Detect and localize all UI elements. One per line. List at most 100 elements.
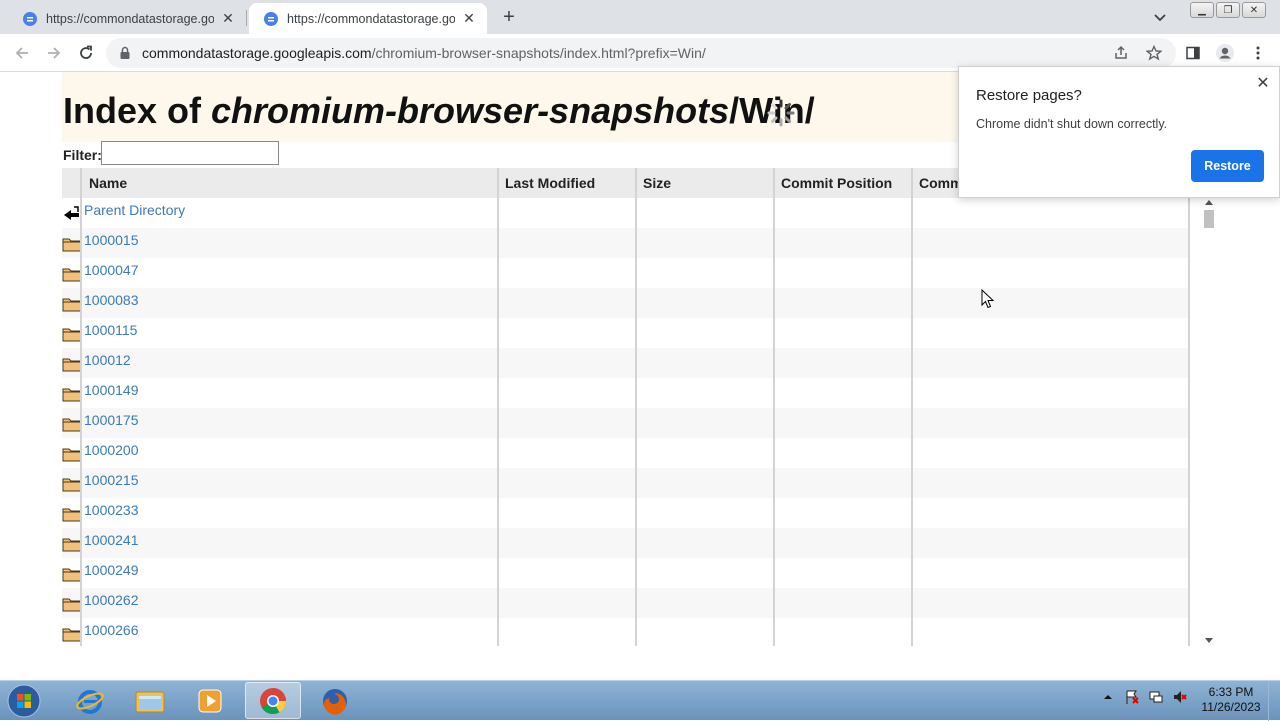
restore-pages-dialog: Restore pages? Chrome didn't shut down c… — [958, 66, 1280, 198]
share-icon[interactable] — [1110, 42, 1132, 64]
reload-icon — [80, 45, 92, 59]
scroll-up-arrow-icon[interactable] — [1205, 200, 1213, 205]
folder-icon — [62, 536, 82, 552]
table-row: 1000015 — [62, 228, 1190, 258]
folder-icon — [62, 446, 82, 462]
taskbar: 6:33 PM 11/26/2023 — [0, 680, 1280, 721]
folder-link[interactable]: 1000047 — [84, 262, 139, 278]
column-divider — [80, 168, 82, 646]
folder-link[interactable]: 1000215 — [84, 472, 139, 488]
back-button[interactable] — [10, 41, 34, 65]
folder-link[interactable]: 1000233 — [84, 502, 139, 518]
table-scrollbar[interactable] — [1201, 198, 1216, 646]
mouse-cursor-icon — [981, 289, 995, 309]
chevron-down-icon[interactable] — [1152, 9, 1168, 25]
restore-window-button[interactable]: ❐ — [1216, 2, 1240, 18]
start-button-icon[interactable] — [4, 682, 44, 720]
firefox-icon[interactable] — [307, 682, 363, 719]
lock-icon[interactable] — [118, 46, 132, 60]
folder-icon — [62, 326, 82, 342]
folder-link[interactable]: 1000241 — [84, 532, 139, 548]
folder-link[interactable]: 1000200 — [84, 442, 139, 458]
folder-icon — [62, 566, 82, 582]
table-row: 1000241 — [62, 528, 1190, 558]
folder-link[interactable]: 1000249 — [84, 562, 139, 578]
table-row: 1000047 — [62, 258, 1190, 288]
table-row: 1000233 — [62, 498, 1190, 528]
tab-2[interactable]: https://commondatastorage.goo ✕ — [249, 3, 487, 34]
url-host: commondatastorage.googleapis.com — [142, 45, 372, 61]
menu-kebab-icon[interactable] — [1247, 42, 1269, 64]
dialog-title: Restore pages? — [976, 87, 1082, 104]
page-title: Index of chromium-browser-snapshots/Win/ — [63, 90, 815, 132]
column-header-size[interactable]: Size — [636, 168, 774, 198]
side-panel-icon[interactable] — [1182, 42, 1204, 64]
bookmark-star-icon[interactable] — [1143, 42, 1165, 64]
table-row: 1000262 — [62, 588, 1190, 618]
column-header-commit-position[interactable]: Commit Position — [774, 168, 912, 198]
folder-link[interactable]: 1000015 — [84, 232, 139, 248]
table-row: 1000115 — [62, 318, 1190, 348]
profile-avatar-icon[interactable] — [1214, 42, 1236, 64]
column-header-name[interactable]: Name — [82, 168, 498, 198]
scroll-thumb[interactable] — [1204, 210, 1214, 228]
loading-spinner-icon — [767, 99, 795, 127]
forward-button[interactable] — [42, 41, 66, 65]
file-explorer-icon[interactable] — [122, 682, 178, 719]
table-body: Parent Directory 1000015 1000047 1000083 100… — [62, 198, 1190, 646]
network-icon[interactable] — [1148, 689, 1164, 705]
reload-button[interactable] — [74, 41, 98, 65]
filter-input[interactable] — [101, 141, 279, 165]
address-bar[interactable]: commondatastorage.googleapis.com/chromiu… — [106, 38, 1176, 68]
table-row: 1000175 — [62, 408, 1190, 438]
folder-link[interactable]: 1000262 — [84, 592, 139, 608]
folder-link[interactable]: 1000115 — [84, 322, 137, 338]
column-header-last-modified[interactable]: Last Modified — [498, 168, 636, 198]
folder-link[interactable]: 1000149 — [84, 382, 139, 398]
folder-icon — [62, 626, 82, 642]
folder-link[interactable]: 1000266 — [84, 622, 139, 638]
clock[interactable]: 6:33 PM 11/26/2023 — [1196, 685, 1266, 715]
parent-directory-link[interactable]: Parent Directory — [84, 202, 185, 218]
table-row: 1000149 — [62, 378, 1190, 408]
back-arrow-icon — [62, 206, 82, 222]
clock-time: 6:33 PM — [1208, 685, 1254, 699]
table-row: 1000215 — [62, 468, 1190, 498]
volume-muted-icon[interactable] — [1172, 689, 1188, 705]
filter-label: Filter: — [63, 147, 102, 163]
tab-strip: https://commondatastorage.goo ✕ https://… — [0, 0, 1280, 34]
table-row: 100012 — [62, 348, 1190, 378]
folder-link[interactable]: 1000175 — [84, 412, 139, 428]
table-row: 1000266 — [62, 618, 1190, 646]
column-divider — [497, 168, 499, 646]
folder-icon — [62, 506, 82, 522]
folder-link[interactable]: 1000083 — [84, 292, 139, 308]
new-tab-button[interactable]: + — [498, 6, 520, 28]
tab-1[interactable]: https://commondatastorage.goo ✕ — [8, 3, 246, 34]
folder-link[interactable]: 100012 — [84, 352, 131, 368]
action-center-icon[interactable] — [1124, 689, 1140, 705]
column-divider — [635, 168, 637, 646]
internet-explorer-icon[interactable] — [62, 682, 118, 719]
system-tray — [1100, 689, 1188, 705]
folder-icon — [62, 266, 82, 282]
close-tab-icon[interactable]: ✕ — [220, 10, 236, 27]
show-hidden-icons-icon[interactable] — [1100, 689, 1116, 705]
scroll-down-arrow-icon[interactable] — [1205, 638, 1213, 643]
table-row: 1000083 — [62, 288, 1190, 318]
tab-title: https://commondatastorage.goo — [46, 11, 214, 26]
close-icon[interactable]: ✕ — [1255, 75, 1271, 92]
close-tab-icon[interactable]: ✕ — [461, 10, 477, 27]
column-divider — [1188, 168, 1190, 646]
table-row: 1000200 — [62, 438, 1190, 468]
media-player-icon[interactable] — [182, 682, 238, 719]
folder-icon — [62, 296, 82, 312]
restore-button[interactable]: Restore — [1191, 150, 1264, 182]
chrome-icon[interactable] — [245, 682, 301, 719]
url-path: /chromium-browser-snapshots/index.html?p… — [371, 45, 706, 61]
close-window-button[interactable]: ✕ — [1242, 2, 1266, 18]
show-desktop-button[interactable] — [1268, 681, 1280, 721]
minimize-button[interactable]: ▁ — [1190, 2, 1214, 18]
title-bucket: chromium-browser-snapshots — [211, 90, 730, 131]
folder-icon — [62, 476, 82, 492]
